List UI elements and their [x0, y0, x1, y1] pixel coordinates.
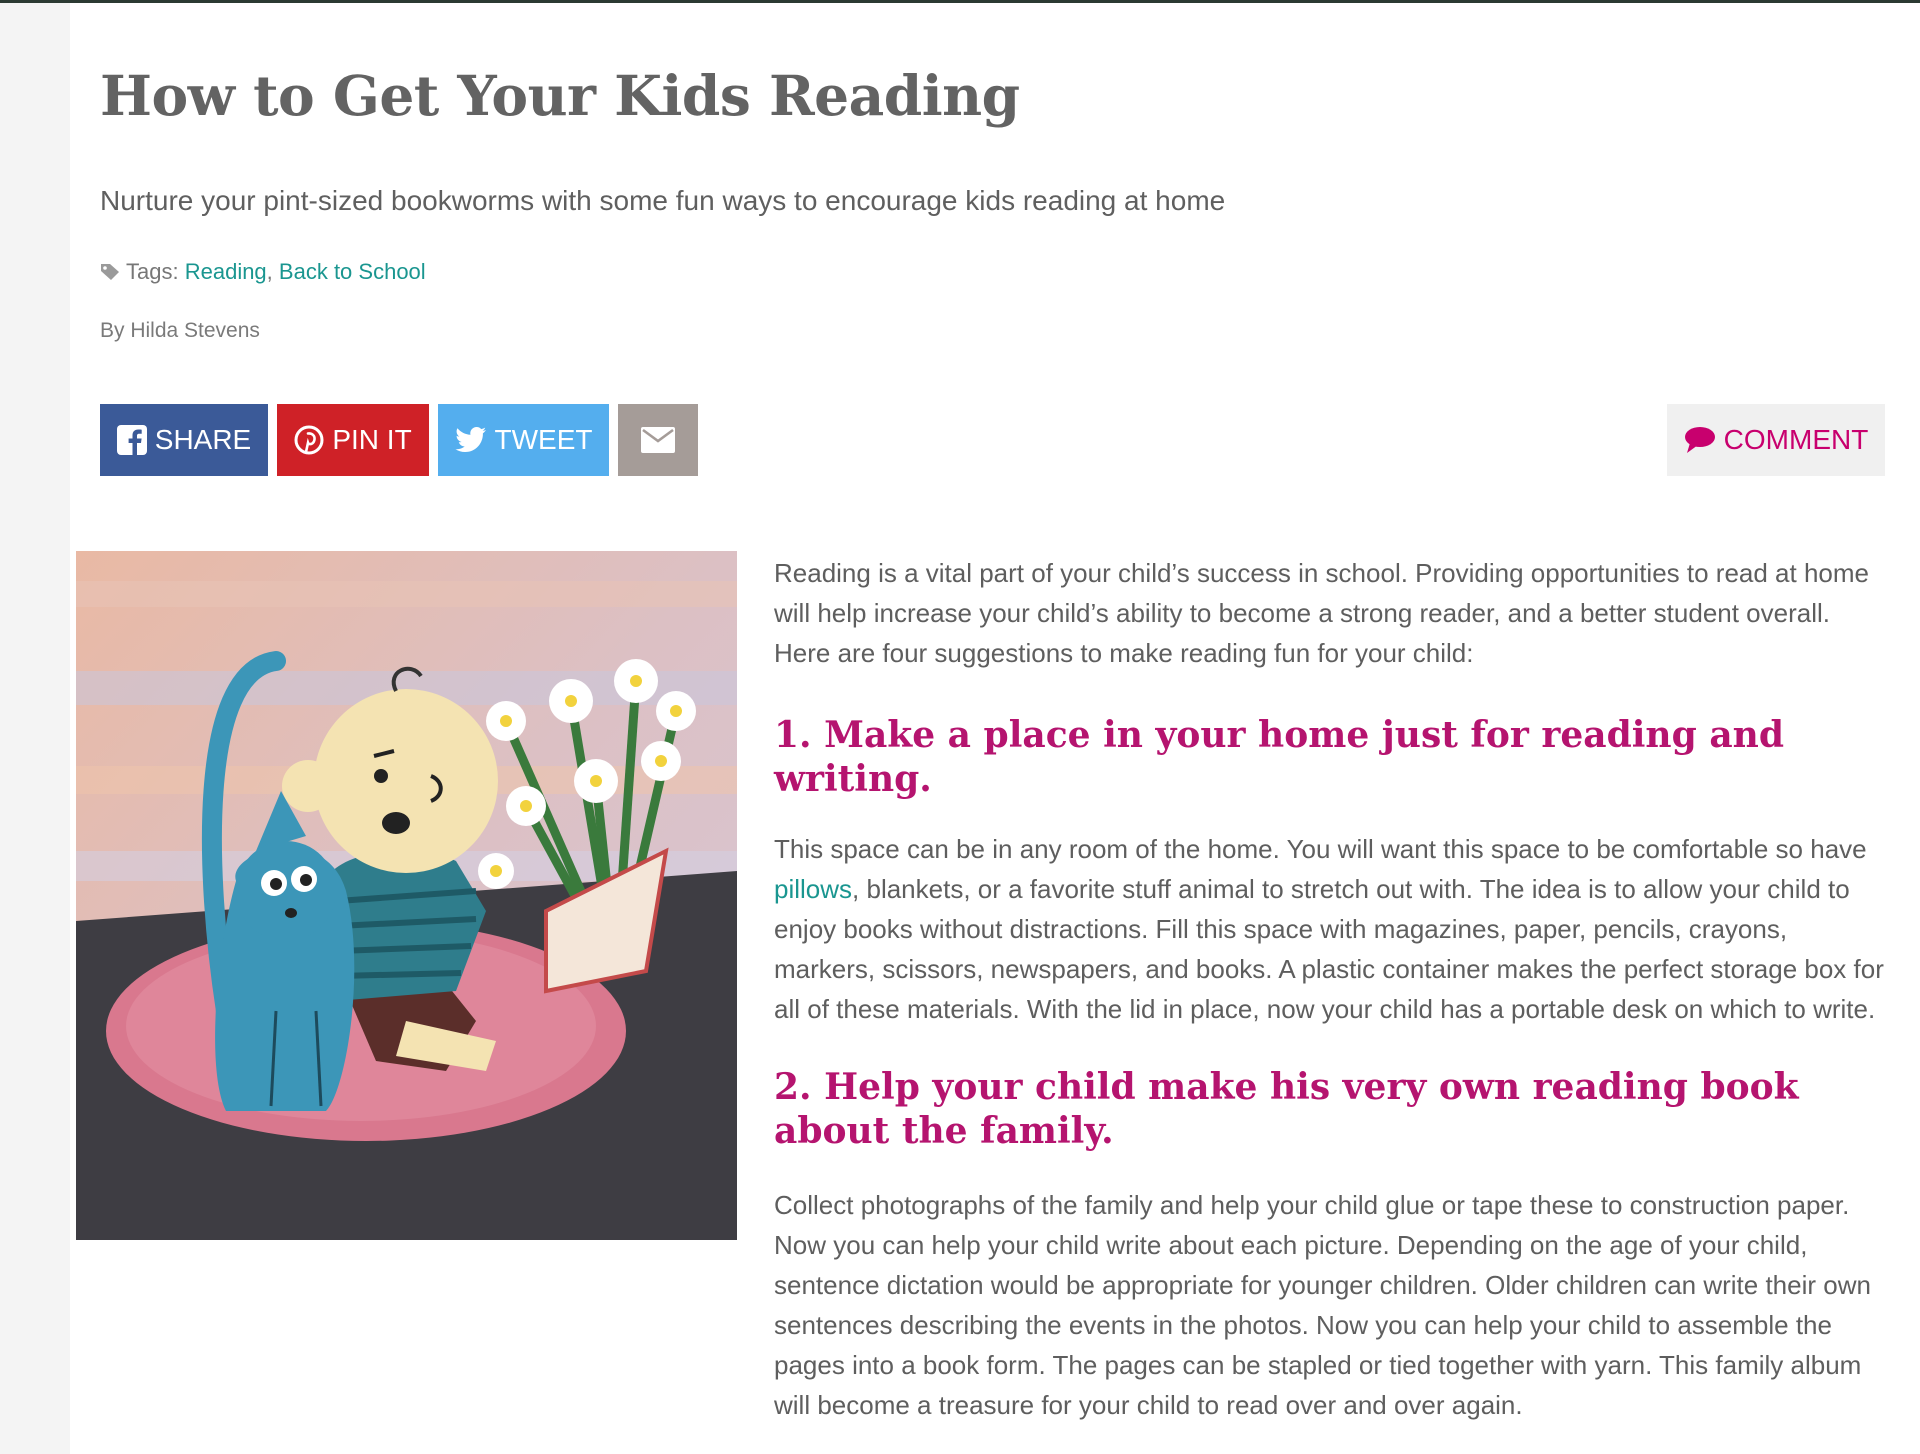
author-byline: By Hilda Stevens	[100, 319, 260, 342]
pinterest-pin-label: PIN IT	[332, 424, 412, 455]
section-heading-2: 2. Help your child make his very own rea…	[774, 1066, 1799, 1152]
facebook-share-label: SHARE	[154, 424, 252, 455]
article-intro: Reading is a vital part of your child’s …	[774, 558, 1869, 668]
twitter-tweet-button[interactable]: TWEET	[438, 404, 609, 476]
section-heading-1: 1. Make a place in your home just for re…	[774, 714, 1784, 800]
article-body: Reading is a vital part of your child’s …	[774, 553, 1884, 1425]
twitter-tweet-label: TWEET	[494, 424, 593, 455]
pillows-link[interactable]: pillows	[774, 874, 852, 904]
article-page: How to Get Your Kids Reading Nurture you…	[70, 3, 1920, 1454]
hero-illustration	[76, 551, 737, 1240]
twitter-bird-icon	[454, 427, 486, 452]
tag-link-reading[interactable]: Reading	[185, 259, 267, 285]
comment-button[interactable]: COMMENT	[1667, 404, 1885, 476]
facebook-share-button[interactable]: SHARE	[100, 404, 268, 476]
page-title: How to Get Your Kids Reading	[100, 63, 1020, 128]
child-cat-flowers-illustration	[76, 551, 737, 1240]
section-1-text-before-link: This space can be in any room of the hom…	[774, 834, 1867, 864]
pinterest-icon	[294, 425, 324, 455]
comment-label: COMMENT	[1723, 424, 1869, 455]
envelope-icon	[641, 427, 675, 453]
tag-icon	[101, 264, 119, 280]
section-body-2: Collect photographs of the family and he…	[774, 1190, 1871, 1420]
tag-separator: ,	[266, 259, 273, 284]
speech-bubble-icon	[1684, 427, 1715, 453]
email-share-button[interactable]	[618, 404, 698, 476]
section-1-text-after-link: , blankets, or a favorite stuff animal t…	[774, 874, 1884, 1024]
facebook-icon	[116, 425, 147, 455]
pinterest-pin-button[interactable]: PIN IT	[277, 404, 429, 476]
tag-link-back-to-school[interactable]: Back to School	[279, 259, 426, 285]
tags-label: Tags:	[126, 259, 179, 284]
share-buttons: SHARE PIN IT TWEET	[100, 404, 698, 476]
tags-row: Tags: Reading, Back to School	[100, 259, 426, 285]
section-body-1: This space can be in any room of the hom…	[774, 829, 1884, 1029]
article-subtitle: Nurture your pint-sized bookworms with s…	[100, 185, 1226, 216]
